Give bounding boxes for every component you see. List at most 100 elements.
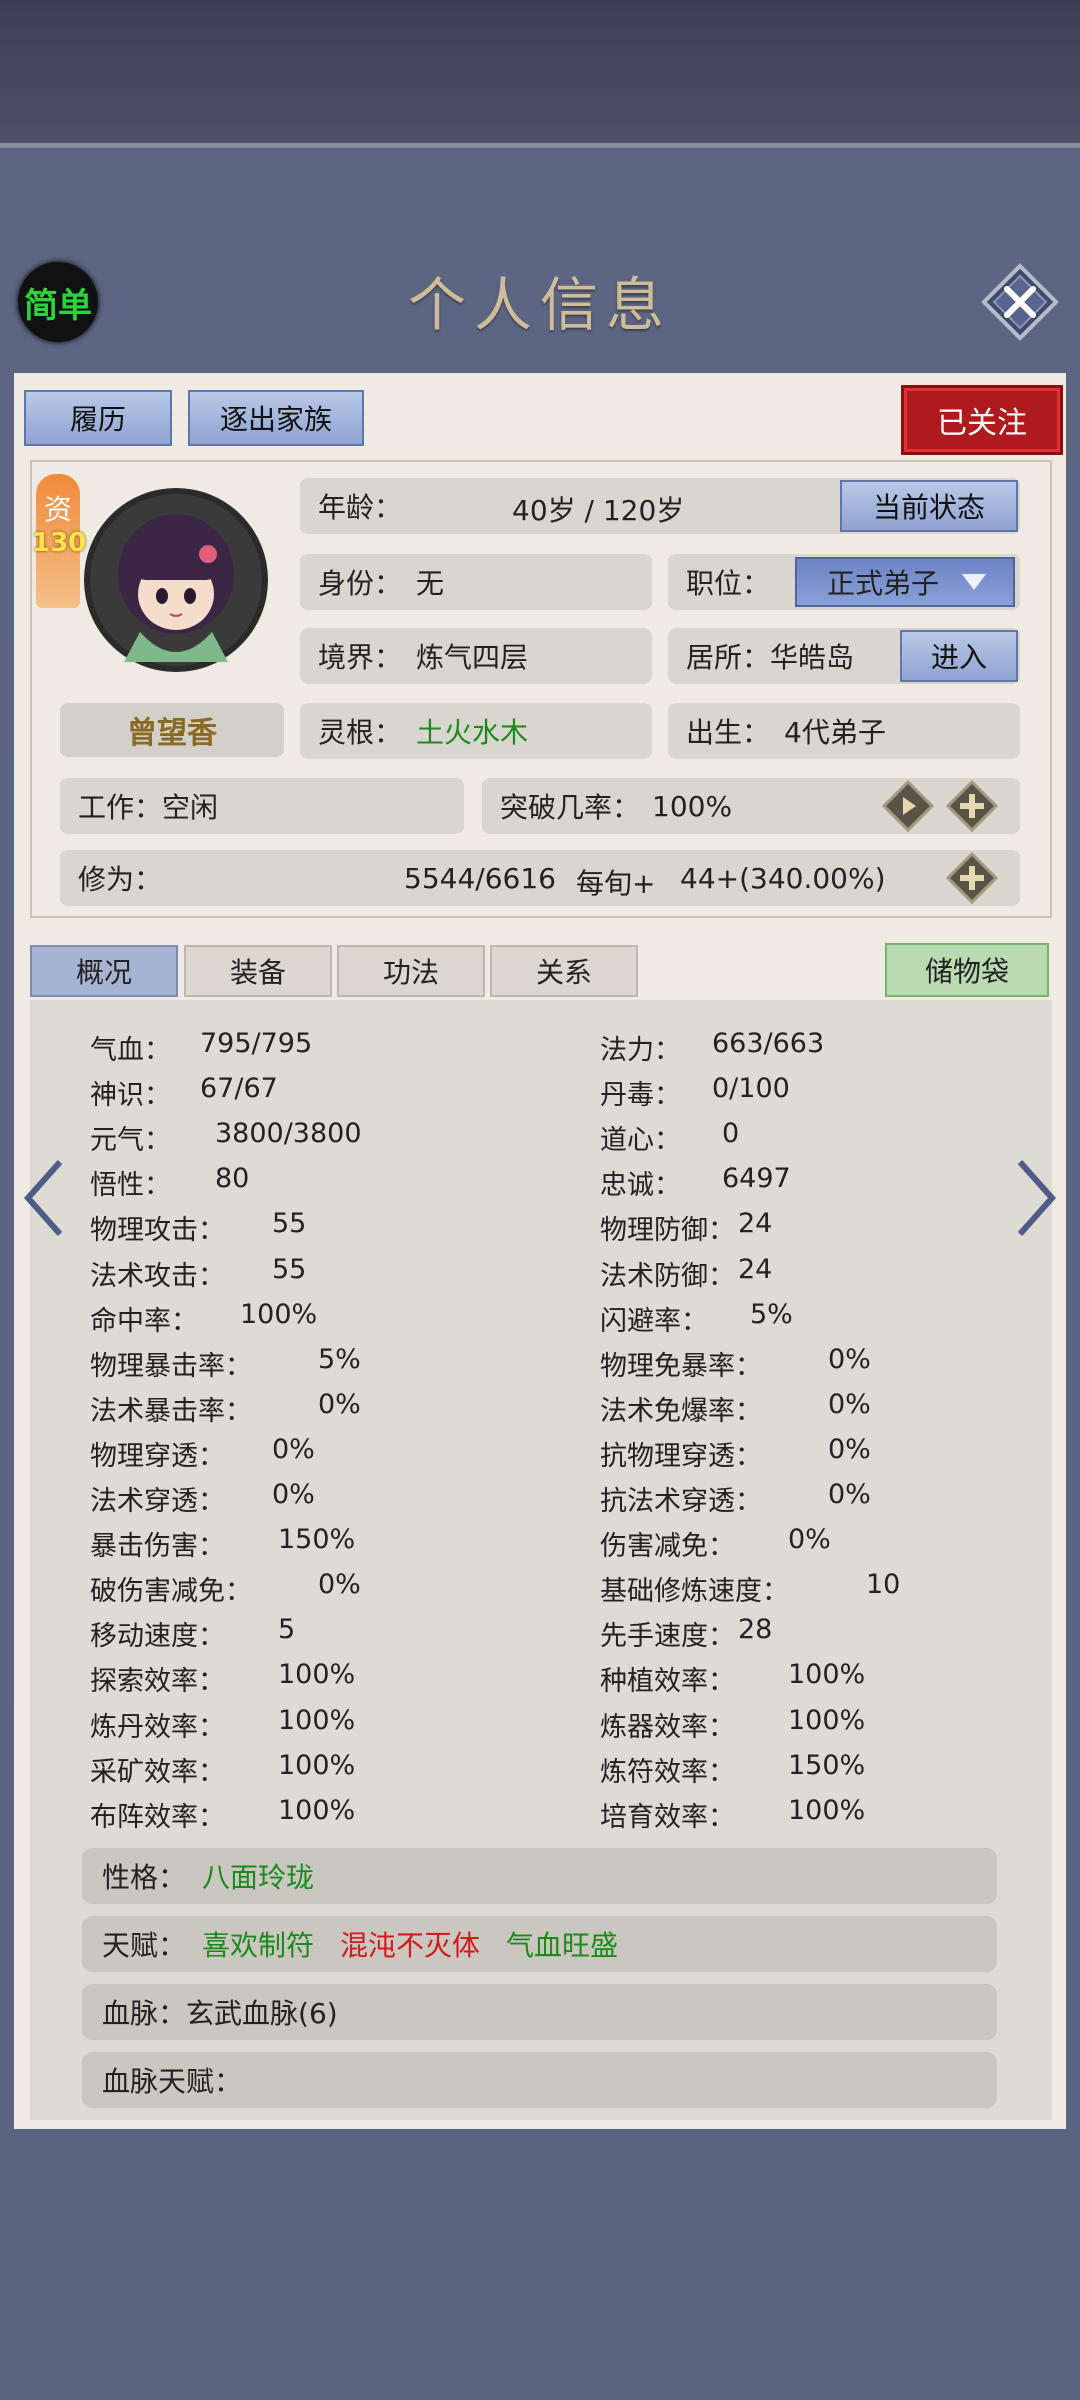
- bloodline-bar: 血脉： 玄武血脉(6): [82, 1984, 997, 2040]
- residence-label: 居所：: [686, 641, 771, 674]
- position-label: 职位：: [686, 567, 771, 600]
- realm-field: 境界： 炼气四层: [300, 628, 652, 684]
- tab-relations[interactable]: 关系: [490, 945, 638, 997]
- right-stat-value: 0: [722, 1118, 740, 1150]
- left-stat-label: 法术暴击率：: [90, 1395, 252, 1427]
- left-stat-label: 物理穿透：: [90, 1440, 225, 1472]
- spirit-root-label: 灵根：: [318, 716, 403, 749]
- left-stat-label: 命中率：: [90, 1305, 198, 1337]
- resume-button[interactable]: 履历: [24, 390, 172, 446]
- left-stat-label: 物理攻击：: [90, 1215, 225, 1247]
- right-stat-value: 0%: [828, 1343, 871, 1375]
- left-stat-value: 100%: [278, 1749, 356, 1781]
- right-stat-label: 伤害减免：: [600, 1531, 735, 1563]
- cultivation-add-button[interactable]: [945, 851, 999, 905]
- breakthrough-play-button[interactable]: [881, 779, 935, 833]
- chevron-left-icon: [23, 1160, 63, 1236]
- aptitude-label: 资: [44, 493, 73, 526]
- tab-overview[interactable]: 概况: [30, 945, 178, 997]
- realm-value: 炼气四层: [416, 641, 529, 674]
- right-stat-value: 150%: [788, 1749, 866, 1781]
- talent-3[interactable]: 气血旺盛: [506, 1924, 618, 1964]
- left-stat-value: 100%: [278, 1794, 356, 1826]
- left-stat-label: 破伤害减免：: [90, 1576, 252, 1608]
- right-stat-value: 0%: [828, 1433, 871, 1465]
- right-stat-value: 100%: [788, 1659, 866, 1691]
- bloodline-value: 玄武血脉(6): [186, 1997, 338, 2030]
- right-stat-value: 0%: [828, 1479, 871, 1510]
- prev-character-button[interactable]: [22, 1158, 66, 1238]
- identity-field: 身份： 无: [300, 554, 652, 610]
- left-stat-value: 55: [272, 1208, 307, 1240]
- right-stat-label: 种植效率：: [600, 1666, 735, 1698]
- right-stat-label: 法术免爆率：: [600, 1395, 762, 1427]
- talent-1[interactable]: 喜欢制符: [202, 1924, 314, 1964]
- right-stat-value: 0%: [828, 1388, 871, 1420]
- enter-button[interactable]: 进入: [900, 630, 1018, 682]
- right-stat-label: 法力：: [600, 1035, 681, 1066]
- spirit-root-value: 土火水木: [416, 716, 529, 749]
- left-stat-label: 炼丹效率：: [90, 1711, 225, 1743]
- breakthrough-add-button[interactable]: [945, 779, 999, 833]
- breakthrough-field: 突破几率： 100%: [482, 778, 1020, 834]
- followed-button[interactable]: 已关注: [904, 388, 1060, 452]
- right-stat-label: 物理防御：: [600, 1215, 735, 1247]
- left-stat-value: 100%: [278, 1704, 356, 1736]
- realm-label: 境界：: [318, 641, 403, 674]
- right-stat-value: 6497: [722, 1163, 791, 1195]
- work-value: 空闲: [162, 791, 219, 824]
- right-stat-value: 24: [738, 1253, 773, 1285]
- age-label: 年龄：: [318, 491, 403, 524]
- avatar[interactable]: [78, 482, 274, 678]
- storage-bag-button[interactable]: 储物袋: [885, 943, 1049, 997]
- talent-2[interactable]: 混沌不灭体: [340, 1924, 480, 1964]
- right-stat-value: 663/663: [712, 1028, 825, 1059]
- left-stat-value: 795/795: [200, 1028, 313, 1059]
- breakthrough-label: 突破几率：: [500, 791, 641, 824]
- personality-bar: 性格： 八面玲珑: [82, 1848, 997, 1904]
- left-stat-label: 移动速度：: [90, 1621, 225, 1653]
- current-status-button[interactable]: 当前状态: [840, 480, 1018, 532]
- personality-label: 性格：: [102, 1861, 187, 1894]
- left-stat-label: 法术攻击：: [90, 1260, 225, 1292]
- left-stat-value: 5: [278, 1614, 296, 1646]
- tab-skills[interactable]: 功法: [337, 945, 485, 997]
- close-icon: [981, 263, 1059, 341]
- age-value: 40岁 / 120岁: [512, 494, 685, 527]
- left-stat-value: 0%: [318, 1388, 361, 1420]
- right-stat-value: 28: [738, 1614, 773, 1646]
- left-stat-value: 150%: [278, 1524, 356, 1556]
- left-stat-value: 0%: [318, 1569, 361, 1601]
- right-stat-label: 物理免暴率：: [600, 1350, 762, 1382]
- right-stat-value: 0/100: [712, 1073, 790, 1105]
- left-stat-label: 物理暴击率：: [90, 1350, 252, 1382]
- top-bar: [0, 0, 1080, 148]
- play-icon: [881, 779, 935, 833]
- expel-button[interactable]: 逐出家族: [188, 390, 364, 446]
- right-stat-label: 抗法术穿透：: [600, 1486, 762, 1517]
- right-stat-label: 先手速度：: [600, 1621, 735, 1653]
- left-stat-value: 55: [272, 1253, 307, 1285]
- bloodline-label: 血脉：: [102, 1997, 187, 2030]
- birth-label: 出生：: [686, 716, 771, 749]
- left-stat-label: 神识：: [90, 1080, 171, 1112]
- chevron-down-icon: [962, 574, 987, 590]
- right-stat-label: 抗物理穿透：: [600, 1440, 762, 1472]
- identity-label: 身份：: [318, 567, 403, 600]
- character-name: 曾望香: [60, 703, 284, 757]
- left-stat-value: 67/67: [200, 1073, 278, 1105]
- simple-mode-button[interactable]: 简单: [18, 262, 98, 342]
- identity-value: 无: [416, 567, 445, 600]
- right-stat-value: 24: [738, 1208, 773, 1240]
- left-stat-value: 5%: [318, 1343, 361, 1375]
- left-stat-value: 80: [215, 1163, 250, 1195]
- spirit-root-field: 灵根： 土火水木: [300, 703, 652, 759]
- close-button[interactable]: [980, 262, 1060, 342]
- birth-field: 出生： 4代弟子: [668, 703, 1020, 759]
- per-turn-value: 44+(340.00%): [680, 862, 886, 895]
- tab-equipment[interactable]: 装备: [184, 945, 332, 997]
- page-title: 个人信息: [407, 271, 672, 339]
- right-stat-label: 丹毒：: [600, 1080, 681, 1112]
- next-character-button[interactable]: [1014, 1158, 1058, 1238]
- position-select[interactable]: 正式弟子: [795, 557, 1015, 607]
